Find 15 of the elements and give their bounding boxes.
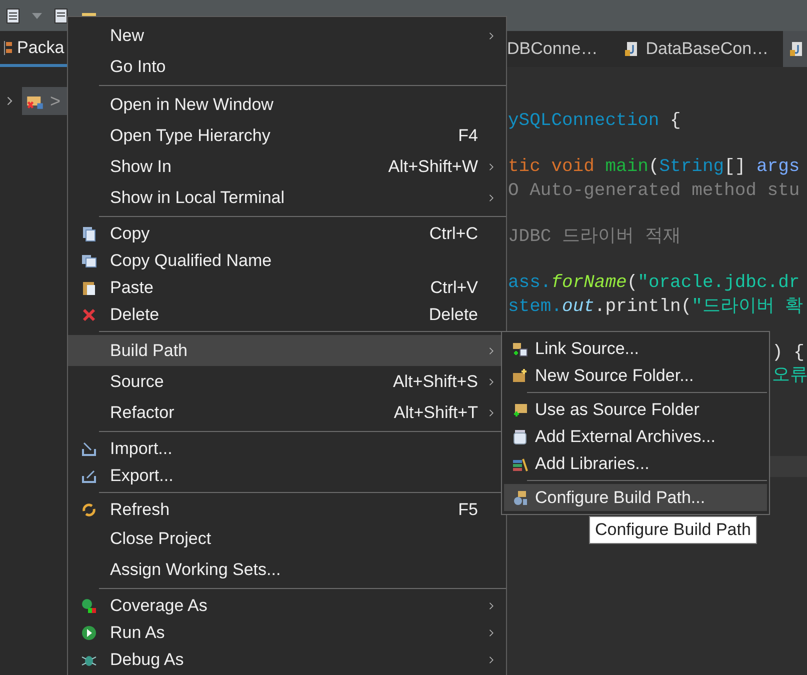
code-line: tic void main(String[] args [508,156,800,180]
menu-item[interactable]: Add Libraries... [504,450,767,477]
menu-item[interactable]: Configure Build Path... [504,484,767,511]
code-line: ySQLConnection { [508,110,681,133]
menu-item[interactable]: Add External Archives... [504,423,767,450]
tooltip: Configure Build Path [589,516,757,544]
code-line: O Auto-generated method stu [508,180,800,203]
menu-item[interactable]: Use as Source Folder [504,396,767,423]
code-line: stem.out.println("드라이버 확 [508,296,804,318]
code-line: JDBC 드라이버 적재 [508,226,681,249]
code-line: ass.forName("oracle.jdbc.dr [508,272,800,296]
code-line: 오류 [772,365,807,388]
menu-item[interactable]: Link Source... [504,335,767,362]
code-line: ) { [772,342,804,365]
menu-item[interactable]: New Source Folder... [504,362,767,389]
